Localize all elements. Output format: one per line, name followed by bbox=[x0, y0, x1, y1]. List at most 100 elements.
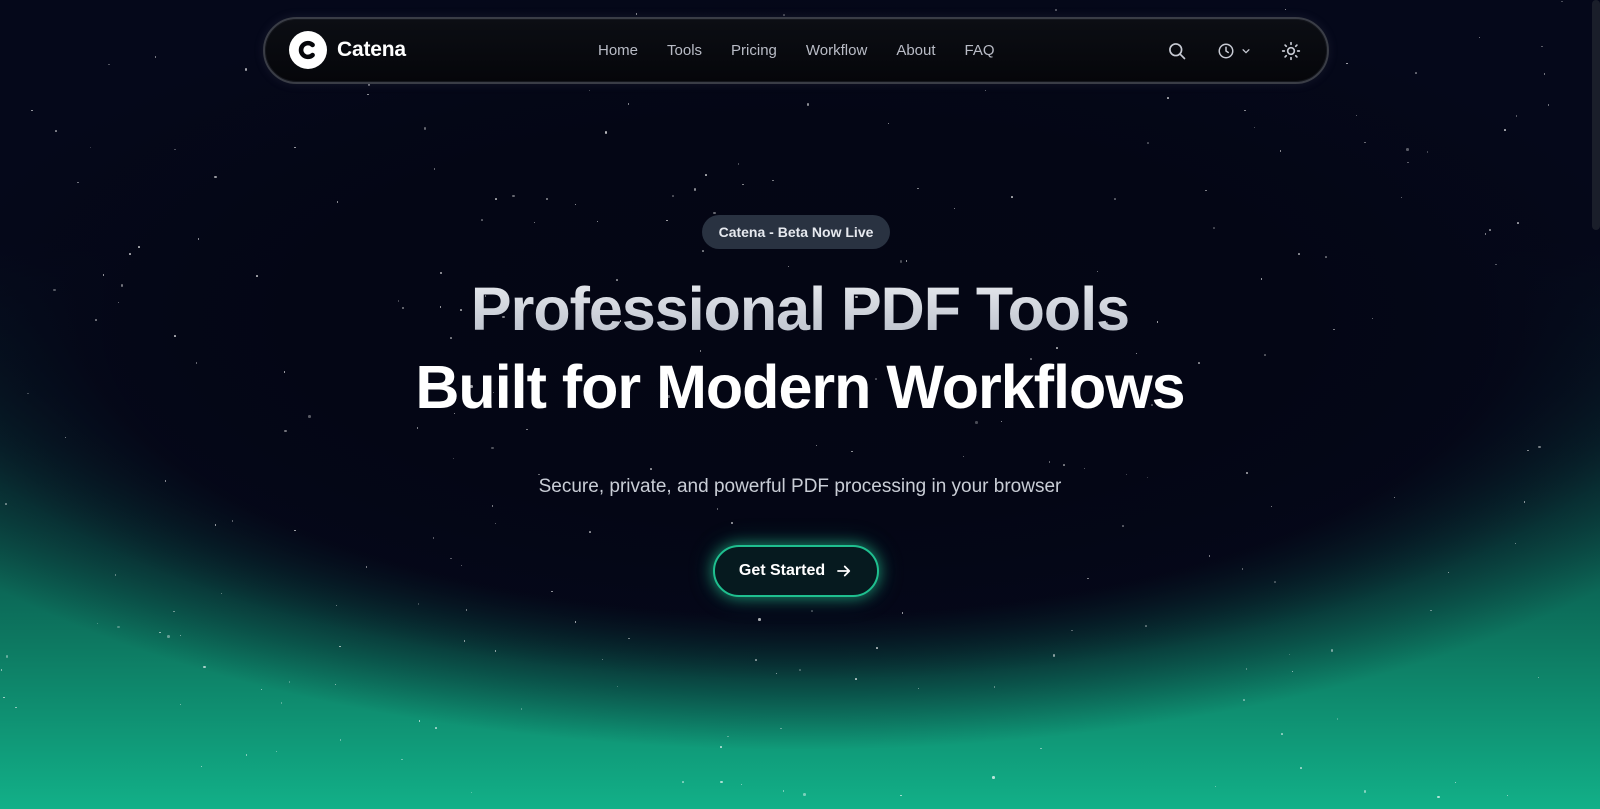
star bbox=[1244, 109, 1246, 111]
nav-link-tools[interactable]: Tools bbox=[667, 42, 702, 59]
star bbox=[179, 634, 182, 637]
star bbox=[203, 665, 206, 668]
landing-page: Catena Home Tools Pricing Workflow About… bbox=[0, 0, 1600, 809]
star bbox=[1056, 347, 1058, 349]
star bbox=[783, 14, 785, 16]
star bbox=[1426, 151, 1429, 153]
brand-logo-link[interactable]: Catena bbox=[289, 31, 406, 69]
star bbox=[520, 708, 522, 710]
star bbox=[1147, 142, 1149, 144]
star bbox=[220, 592, 223, 595]
star bbox=[117, 625, 120, 629]
theme-toggle-button[interactable] bbox=[1281, 41, 1301, 61]
star bbox=[1363, 790, 1367, 793]
star bbox=[900, 794, 902, 797]
star bbox=[1547, 104, 1550, 106]
star bbox=[1011, 196, 1013, 198]
star bbox=[1561, 0, 1563, 3]
star bbox=[755, 659, 757, 661]
star bbox=[1253, 126, 1256, 129]
sun-icon bbox=[1281, 41, 1301, 60]
star bbox=[574, 203, 577, 206]
star bbox=[545, 197, 549, 200]
star bbox=[1484, 233, 1487, 235]
star bbox=[1048, 461, 1050, 463]
star bbox=[604, 131, 608, 134]
search-button[interactable] bbox=[1167, 41, 1187, 61]
star bbox=[1437, 795, 1440, 799]
star bbox=[1241, 568, 1243, 570]
star bbox=[1288, 653, 1290, 656]
star bbox=[953, 207, 956, 210]
nav-link-home[interactable]: Home bbox=[598, 42, 638, 59]
star bbox=[1245, 471, 1249, 475]
star bbox=[589, 531, 591, 533]
c-logo-icon bbox=[289, 31, 327, 69]
star bbox=[811, 610, 813, 612]
star bbox=[275, 750, 277, 752]
star bbox=[55, 130, 57, 132]
star bbox=[138, 246, 140, 248]
star bbox=[432, 537, 435, 539]
get-started-button[interactable]: Get Started bbox=[713, 545, 879, 597]
star bbox=[1063, 464, 1065, 466]
star bbox=[1541, 45, 1543, 48]
get-started-label: Get Started bbox=[738, 562, 826, 579]
star bbox=[917, 687, 920, 690]
star bbox=[1052, 654, 1056, 657]
star bbox=[416, 427, 419, 429]
star bbox=[460, 564, 462, 566]
star bbox=[167, 635, 170, 638]
star bbox=[993, 686, 996, 688]
star bbox=[901, 612, 904, 614]
star bbox=[533, 221, 535, 224]
star bbox=[616, 685, 619, 688]
star bbox=[452, 457, 455, 460]
star bbox=[1346, 62, 1348, 65]
star bbox=[494, 650, 497, 652]
star bbox=[197, 238, 200, 240]
star bbox=[1122, 525, 1124, 527]
star bbox=[1495, 263, 1497, 266]
star bbox=[1055, 9, 1057, 11]
star bbox=[1214, 785, 1217, 788]
nav-link-faq[interactable]: FAQ bbox=[965, 42, 995, 59]
star bbox=[772, 179, 774, 182]
star bbox=[470, 791, 473, 794]
nav-links: Home Tools Pricing Workflow About FAQ bbox=[598, 19, 995, 82]
star bbox=[1213, 227, 1215, 229]
star bbox=[1087, 577, 1089, 580]
star bbox=[1538, 445, 1541, 449]
star bbox=[737, 163, 739, 165]
star bbox=[494, 522, 497, 524]
star bbox=[284, 429, 287, 433]
star bbox=[1454, 781, 1457, 784]
star bbox=[635, 13, 638, 15]
star bbox=[294, 146, 296, 149]
nav-link-pricing[interactable]: Pricing bbox=[731, 42, 777, 59]
star bbox=[260, 688, 263, 691]
star bbox=[682, 781, 684, 783]
clock-icon bbox=[1218, 43, 1234, 58]
nav-link-about[interactable]: About bbox=[896, 42, 935, 59]
star bbox=[336, 201, 339, 203]
nav-link-workflow[interactable]: Workflow bbox=[806, 42, 867, 59]
star bbox=[108, 63, 110, 66]
star bbox=[1527, 449, 1529, 451]
star bbox=[1205, 189, 1207, 191]
history-dropdown-button[interactable] bbox=[1217, 42, 1251, 60]
star bbox=[984, 89, 986, 92]
star bbox=[899, 260, 903, 263]
star bbox=[1071, 629, 1073, 632]
hero-headline-line2: Built for Modern Workflows bbox=[415, 353, 1185, 421]
star bbox=[628, 637, 630, 639]
star bbox=[1430, 609, 1432, 612]
star bbox=[588, 89, 591, 92]
star bbox=[1270, 505, 1273, 508]
star bbox=[433, 168, 436, 170]
hero-headline-line1: Professional PDF Tools bbox=[0, 272, 1600, 346]
star bbox=[917, 187, 919, 190]
star bbox=[1478, 36, 1481, 38]
scrollbar[interactable] bbox=[1592, 0, 1600, 230]
star bbox=[401, 758, 403, 761]
